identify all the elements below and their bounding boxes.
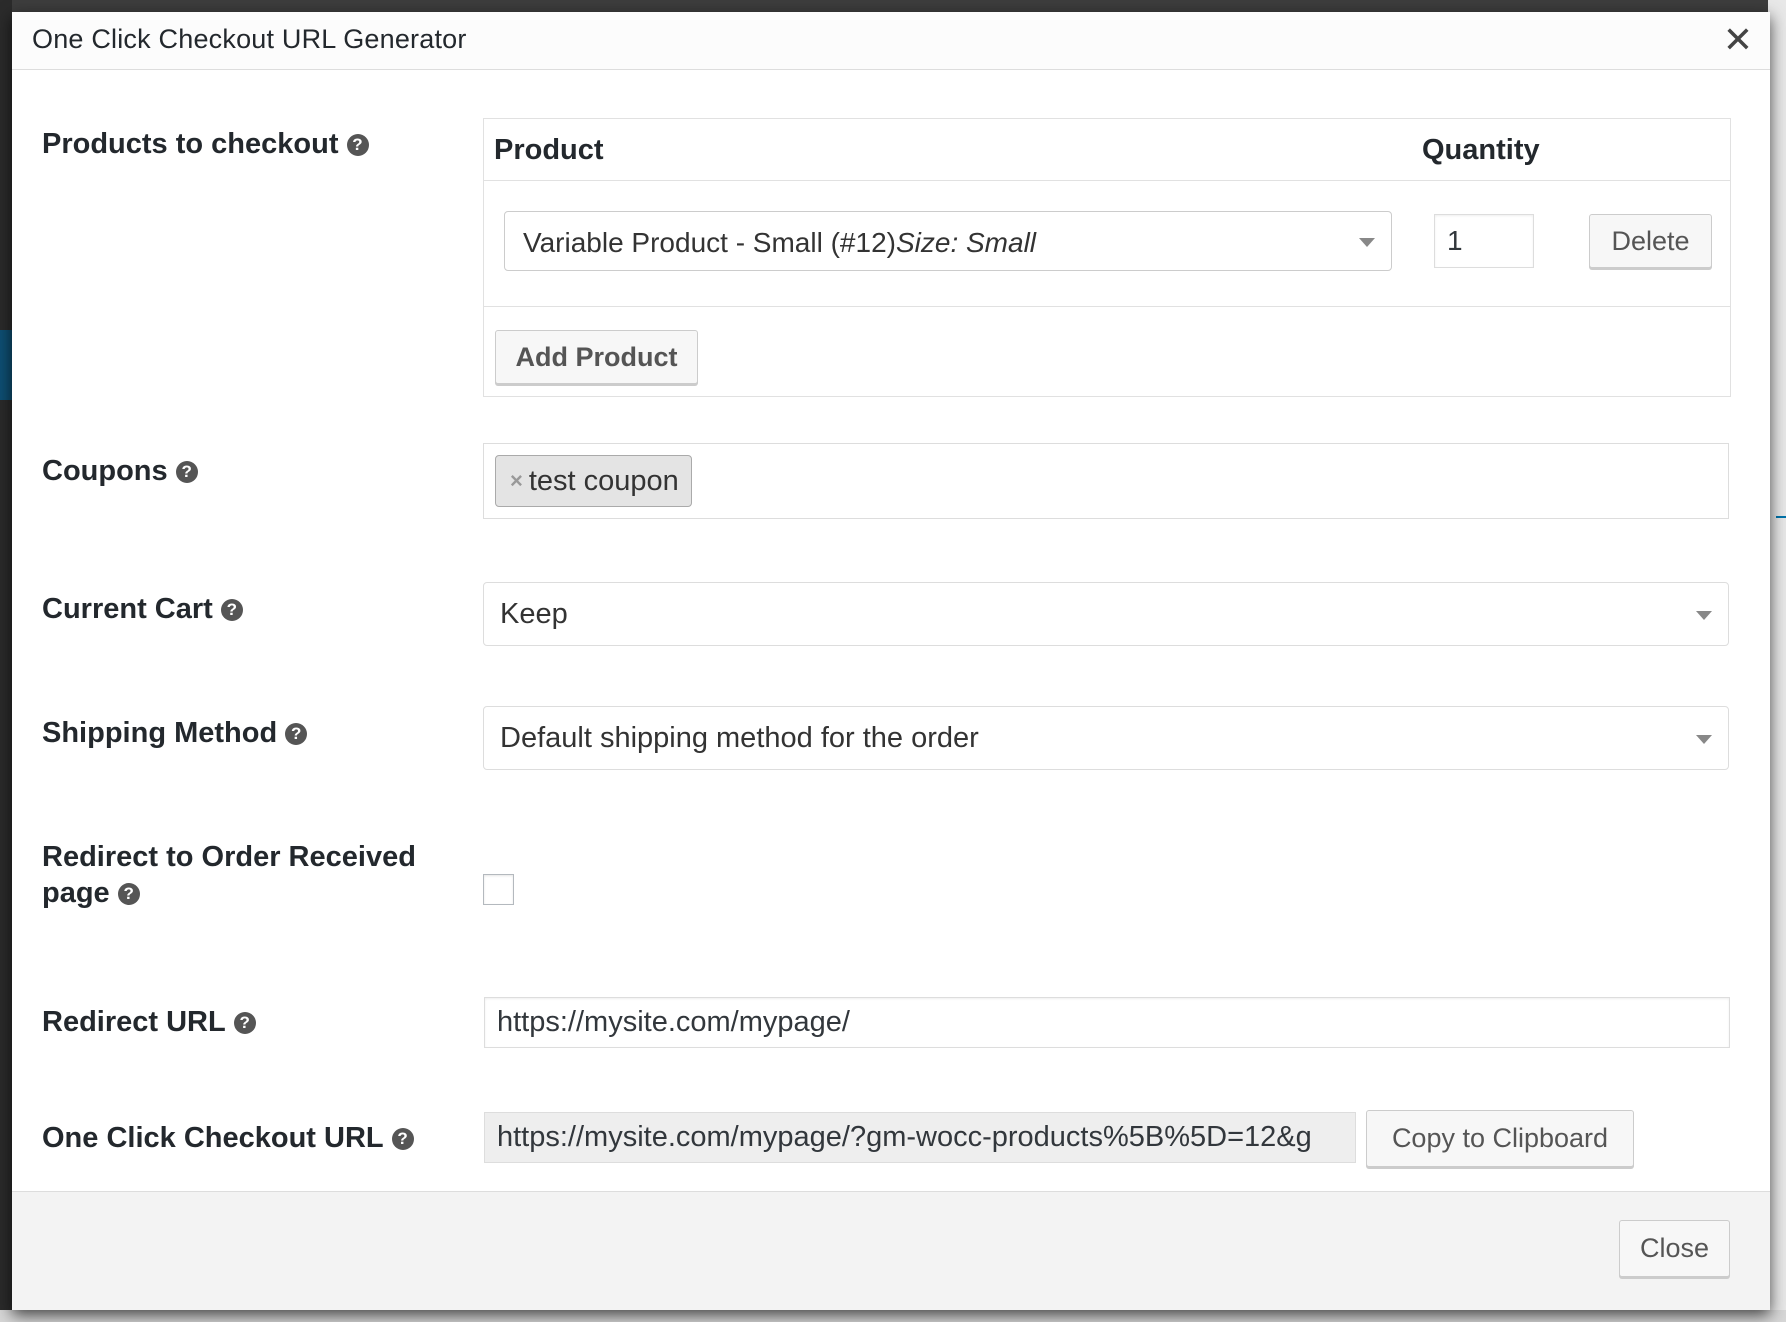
redirect-url-label: Redirect URL?: [42, 1004, 256, 1040]
background-left: [0, 0, 12, 1322]
close-icon[interactable]: ✕: [1718, 20, 1758, 60]
products-table: Product Quantity Variable Product - Smal…: [483, 118, 1731, 397]
redirect-url-input[interactable]: https://mysite.com/mypage/: [484, 997, 1730, 1048]
redirect-order-received-label-line1: Redirect to Order Received: [42, 841, 416, 873]
shipping-method-label: Shipping Method?: [42, 715, 308, 751]
column-header-product: Product: [494, 134, 604, 166]
chevron-down-icon: [1696, 611, 1712, 620]
product-select-value: Variable Product - Small (#12)Size: Smal…: [523, 227, 1036, 259]
products-divider: [484, 306, 1730, 307]
help-icon[interactable]: ?: [391, 1128, 414, 1150]
shipping-method-label-text: Shipping Method: [42, 717, 278, 749]
chevron-down-icon: [1696, 735, 1712, 744]
product-select[interactable]: Variable Product - Small (#12)Size: Smal…: [504, 211, 1392, 271]
background-bottom: [0, 1310, 1786, 1322]
background-top: [0, 0, 1786, 12]
coupons-label: Coupons?: [42, 453, 198, 489]
current-cart-select[interactable]: Keep: [483, 582, 1729, 646]
background-right: [1768, 0, 1786, 1322]
shipping-method-select[interactable]: Default shipping method for the order: [483, 706, 1729, 770]
checkout-url-output[interactable]: https://mysite.com/mypage/?gm-wocc-produ…: [484, 1112, 1356, 1163]
modal-footer: Close: [12, 1191, 1770, 1310]
checkout-url-label: One Click Checkout URL?: [42, 1120, 414, 1156]
close-button[interactable]: Close: [1619, 1220, 1730, 1277]
url-generator-modal: One Click Checkout URL Generator ✕ Produ…: [12, 12, 1770, 1310]
coupons-input[interactable]: × test coupon: [483, 443, 1729, 519]
modal-title: One Click Checkout URL Generator: [32, 24, 467, 54]
checkout-url-label-text: One Click Checkout URL: [42, 1122, 384, 1154]
coupon-chip-label: test coupon: [528, 465, 679, 497]
help-icon[interactable]: ?: [285, 723, 308, 745]
redirect-order-received-label-line2: page: [42, 877, 110, 909]
help-icon[interactable]: ?: [346, 134, 369, 156]
products-label-text: Products to checkout: [42, 128, 339, 160]
current-cart-value: Keep: [500, 598, 568, 630]
product-name: Variable Product - Small (#12): [523, 227, 896, 258]
help-icon[interactable]: ?: [117, 883, 140, 905]
redirect-order-received-label: Redirect to Order Received page?: [42, 839, 416, 911]
column-header-quantity: Quantity: [1422, 134, 1540, 166]
help-icon[interactable]: ?: [233, 1012, 256, 1034]
modal-header: One Click Checkout URL Generator ✕: [12, 12, 1770, 70]
coupons-label-text: Coupons: [42, 455, 168, 487]
add-product-button[interactable]: Add Product: [495, 330, 698, 384]
copy-to-clipboard-button[interactable]: Copy to Clipboard: [1366, 1110, 1634, 1167]
product-variation: Size: Small: [895, 227, 1037, 258]
shipping-method-value: Default shipping method for the order: [500, 722, 979, 754]
current-cart-label-text: Current Cart: [42, 593, 213, 625]
coupon-chip: × test coupon: [495, 455, 692, 507]
help-icon[interactable]: ?: [220, 599, 243, 621]
help-icon[interactable]: ?: [175, 461, 198, 483]
chevron-down-icon: [1359, 238, 1375, 247]
quantity-input[interactable]: 1: [1434, 214, 1534, 268]
background-link-fragment: [1776, 488, 1786, 518]
background-admin-menu-highlight: [0, 330, 12, 400]
products-table-header: Product Quantity: [484, 119, 1730, 181]
delete-product-button[interactable]: Delete: [1589, 214, 1712, 268]
products-label: Products to checkout?: [42, 126, 369, 162]
redirect-url-label-text: Redirect URL: [42, 1006, 226, 1038]
current-cart-label: Current Cart?: [42, 591, 243, 627]
redirect-order-received-checkbox[interactable]: [483, 874, 514, 905]
remove-coupon-icon[interactable]: ×: [510, 468, 523, 493]
